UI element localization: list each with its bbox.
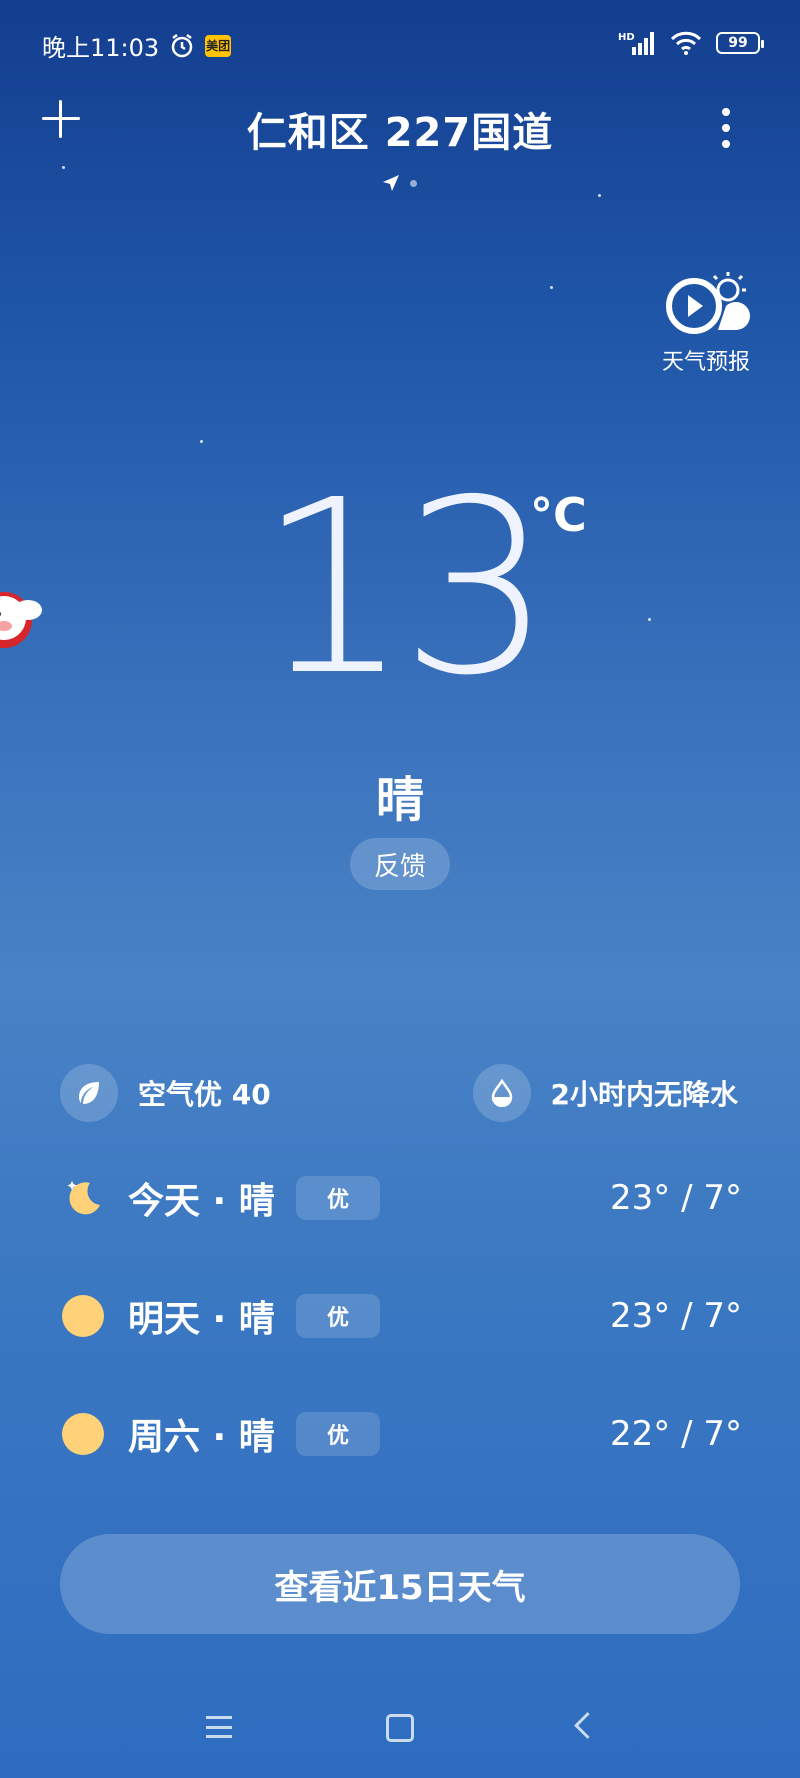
forecast-day-label: 今天 · 晴 <box>128 1181 275 1222</box>
battery-level: 99 <box>728 35 748 51</box>
moon-icon <box>67 1181 100 1215</box>
water-drop-icon <box>472 1064 531 1122</box>
star-decoration <box>62 166 65 169</box>
temperature-unit: °C <box>530 488 587 542</box>
feedback-button[interactable]: 反馈 <box>350 838 450 890</box>
air-quality-chip[interactable]: 空气优 40 <box>60 1064 271 1122</box>
current-temperature: 13 <box>257 448 552 728</box>
weather-forecast-video-button[interactable]: 天气预报 <box>656 268 756 376</box>
star-decoration <box>598 194 601 197</box>
current-condition: 晴 <box>375 772 424 828</box>
status-bar-left: 晚上11:03 美团 <box>42 28 232 63</box>
play-cloud-icon <box>666 272 750 334</box>
leaf-icon <box>60 1064 118 1122</box>
precipitation-chip[interactable]: 2小时内无降水 <box>472 1064 738 1122</box>
page-indicator <box>382 174 417 192</box>
view-15-day-forecast-button[interactable]: 查看近15日天气 <box>60 1534 740 1634</box>
forecast-day-label: 周六 · 晴 <box>128 1417 275 1458</box>
status-time: 晚上11:03 <box>42 34 160 62</box>
network-label: HD <box>618 32 635 43</box>
temperature-range: 22° / 7° <box>610 1414 742 1454</box>
air-quality-text: 空气优 40 <box>138 1078 271 1111</box>
wifi-icon <box>670 31 702 55</box>
status-bar-right: HD 99 <box>618 30 764 56</box>
location-title[interactable]: 仁和区 227国道 <box>0 100 800 158</box>
forecast-day-label: 明天 · 晴 <box>128 1299 275 1340</box>
battery-indicator: 99 <box>716 32 764 54</box>
back-button[interactable] <box>574 1712 601 1739</box>
sun-icon <box>62 1413 104 1455</box>
forecast-row-today[interactable]: 今天 · 晴 优 23° / 7° <box>62 1168 742 1228</box>
page-dot <box>410 179 417 187</box>
temperature-range: 23° / 7° <box>610 1178 742 1218</box>
forecast-row-saturday[interactable]: 周六 · 晴 优 22° / 7° <box>62 1404 742 1464</box>
star-decoration <box>200 440 203 443</box>
location-arrow-icon <box>383 175 399 191</box>
alarm-icon <box>171 33 193 57</box>
temperature-range: 23° / 7° <box>610 1296 742 1336</box>
signal-icon: HD <box>618 32 654 55</box>
star-decoration <box>550 286 553 289</box>
aqi-badge: 优 <box>296 1412 380 1456</box>
forecast-video-label: 天气预报 <box>661 350 750 375</box>
sun-icon <box>62 1295 104 1337</box>
aqi-badge: 优 <box>296 1294 380 1338</box>
aqi-badge: 优 <box>296 1176 380 1220</box>
more-menu-button[interactable] <box>722 108 730 148</box>
precipitation-text: 2小时内无降水 <box>550 1078 738 1111</box>
home-button[interactable] <box>386 1714 414 1742</box>
forecast-row-tomorrow[interactable]: 明天 · 晴 优 23° / 7° <box>62 1286 742 1346</box>
meituan-badge: 美团 <box>205 34 232 57</box>
recent-apps-button[interactable] <box>206 1716 236 1738</box>
